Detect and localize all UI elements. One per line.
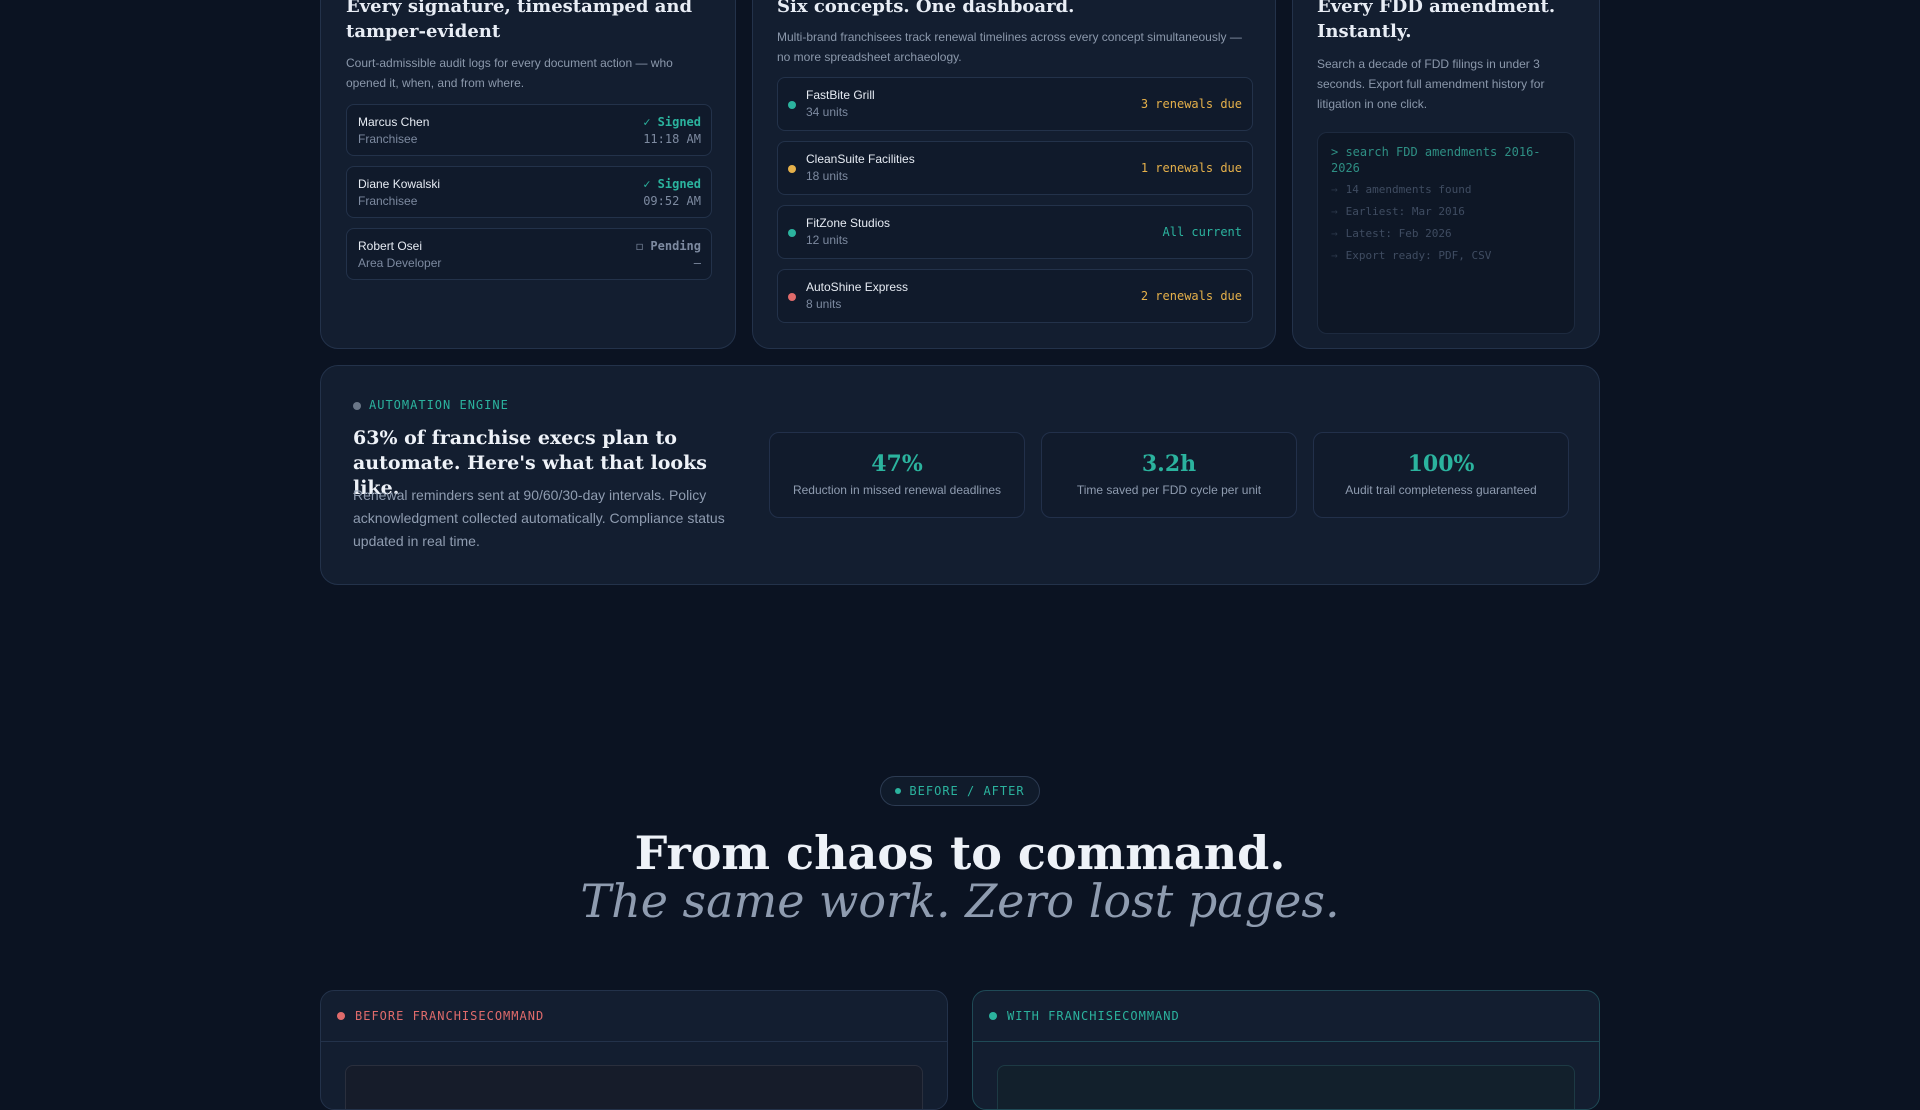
- terminal-output-text: Earliest: Mar 2016: [1345, 205, 1465, 218]
- section-headline: From chaos to command.: [634, 826, 1286, 880]
- stat-label: Time saved per FDD cycle per unit: [1076, 483, 1262, 497]
- concept-name: CleanSuite Facilities: [806, 152, 915, 166]
- signature-status: ◻ Pending: [635, 239, 701, 253]
- status-dot-icon: [788, 165, 796, 173]
- concepts-card: Six concepts. One dashboard. Multi-brand…: [752, 0, 1276, 349]
- renewal-status: 1 renewals due: [1140, 161, 1242, 175]
- signature-status: ✓ Signed: [643, 115, 701, 129]
- pill-dot-icon: [895, 787, 902, 794]
- signature-time: 09:52 AM: [643, 194, 701, 208]
- automation-eyebrow: AUTOMATION ENGINE: [353, 398, 509, 412]
- panel-divider: [321, 1041, 947, 1042]
- signer-name: Robert Osei: [358, 239, 423, 253]
- concept-row[interactable]: FitZone Studios 12 units All current: [777, 205, 1253, 259]
- signature-time: 11:18 AM: [643, 132, 701, 146]
- concept-list: FastBite Grill 34 units 3 renewals due Clea…: [777, 77, 1253, 323]
- concept-name: AutoShine Express: [806, 280, 909, 294]
- renewal-status: 2 renewals due: [1140, 289, 1242, 303]
- terminal-output-line: → 14 amendments found: [1331, 182, 1561, 198]
- automation-card: AUTOMATION ENGINE 63% of franchise execs…: [320, 365, 1600, 585]
- stat-card: 47% Reduction in missed renewal deadline…: [769, 432, 1025, 518]
- with-panel-label: WITH FRANCHISECOMMAND: [1007, 1009, 1180, 1023]
- fdd-card-title: Every FDD amendment. Instantly.: [1317, 0, 1556, 42]
- terminal-command: > search FDD amendments 2016-2026: [1331, 145, 1541, 175]
- concept-units: 34 units: [806, 105, 849, 119]
- concepts-card-title: Six concepts. One dashboard.: [777, 0, 1075, 17]
- signature-row[interactable]: Robert Osei Area Developer ◻ Pending —: [346, 228, 712, 280]
- fdd-card: Every FDD amendment. Instantly. Search a…: [1292, 0, 1600, 349]
- concept-units: 12 units: [806, 233, 849, 247]
- concept-row[interactable]: CleanSuite Facilities 18 units 1 renewals …: [777, 141, 1253, 195]
- fdd-card-description: Search a decade of FDD filings in under …: [1317, 57, 1545, 111]
- before-panel-label: BEFORE FRANCHISECOMMAND: [355, 1009, 545, 1023]
- concept-units: 18 units: [806, 169, 849, 183]
- before-panel: BEFORE FRANCHISECOMMAND: [320, 990, 948, 1110]
- terminal-output-line: → Export ready: PDF, CSV: [1331, 248, 1561, 264]
- before-panel-content: [345, 1065, 923, 1109]
- stat-value: 47%: [871, 451, 923, 477]
- status-dot-icon: [788, 293, 796, 301]
- concept-row[interactable]: FastBite Grill 34 units 3 renewals due: [777, 77, 1253, 131]
- concept-row[interactable]: AutoShine Express 8 units 2 renewals due: [777, 269, 1253, 323]
- eyebrow-dot-icon: [353, 401, 361, 410]
- terminal-output-line: → Latest: Feb 2026: [1331, 226, 1561, 242]
- renewal-status: 3 renewals due: [1140, 97, 1242, 111]
- output-arrow-icon: →: [1331, 249, 1338, 262]
- signature-status: ✓ Signed: [643, 177, 701, 191]
- output-arrow-icon: →: [1331, 183, 1338, 196]
- status-dot-icon: [788, 229, 796, 237]
- pill-label: BEFORE / AFTER: [909, 784, 1025, 798]
- concept-name: FitZone Studios: [806, 216, 891, 230]
- fdd-search-terminal[interactable]: > search FDD amendments 2016-2026 → 14 am…: [1317, 132, 1575, 334]
- signer-role: Area Developer: [358, 256, 442, 270]
- automation-description: Renewal reminders sent at 90/60/30-day i…: [353, 487, 725, 549]
- with-panel: WITH FRANCHISECOMMAND: [972, 990, 1600, 1110]
- signer-role: Franchisee: [358, 194, 418, 208]
- signer-name: Marcus Chen: [358, 115, 430, 129]
- concept-units: 8 units: [806, 297, 842, 311]
- signature-time: —: [693, 256, 701, 270]
- panel-divider: [973, 1041, 1599, 1042]
- signer-role: Franchisee: [358, 132, 418, 146]
- before-dot-icon: [337, 1011, 345, 1020]
- terminal-output-line: → Earliest: Mar 2016: [1331, 204, 1561, 220]
- automation-eyebrow-text: AUTOMATION ENGINE: [369, 398, 509, 412]
- terminal-output-text: 14 amendments found: [1345, 183, 1472, 196]
- status-dot-icon: [788, 101, 796, 109]
- stat-value: 100%: [1407, 451, 1475, 477]
- stat-card: 100% Audit trail completeness guaranteed: [1313, 432, 1569, 518]
- concept-name: FastBite Grill: [806, 88, 875, 102]
- before-panel-header: BEFORE FRANCHISECOMMAND: [337, 1009, 544, 1023]
- output-arrow-icon: →: [1331, 227, 1338, 240]
- stat-label: Audit trail completeness guaranteed: [1345, 483, 1537, 497]
- signatures-card-title: Every signature, timestamped and tamper-…: [346, 0, 693, 42]
- signatures-card: Every signature, timestamped and tamper-…: [320, 0, 736, 349]
- concepts-card-description: Multi-brand franchisees track renewal ti…: [777, 30, 1242, 64]
- signatures-card-description: Court-admissible audit logs for every do…: [346, 56, 673, 90]
- signature-list: Marcus Chen Franchisee ✓ Signed 11:18 AM Dia…: [346, 104, 712, 280]
- terminal-output: → 14 amendments found → Earliest: Mar 2016 →…: [1331, 182, 1561, 264]
- signature-row[interactable]: Marcus Chen Franchisee ✓ Signed 11:18 AM: [346, 104, 712, 156]
- terminal-output-text: Latest: Feb 2026: [1345, 227, 1452, 240]
- section-subheadline: The same work. Zero lost pages.: [580, 874, 1340, 928]
- with-panel-content: [997, 1065, 1575, 1109]
- stat-label: Reduction in missed renewal deadlines: [792, 483, 1002, 497]
- signature-row[interactable]: Diane Kowalski Franchisee ✓ Signed 09:52 AM: [346, 166, 712, 218]
- output-arrow-icon: →: [1331, 205, 1338, 218]
- renewal-status: All current: [1162, 225, 1242, 239]
- terminal-output-text: Export ready: PDF, CSV: [1345, 249, 1492, 262]
- signer-name: Diane Kowalski: [358, 177, 441, 191]
- before-after-pill: BEFORE / AFTER: [880, 776, 1040, 806]
- with-panel-header: WITH FRANCHISECOMMAND: [989, 1009, 1180, 1023]
- stat-value: 3.2h: [1141, 451, 1197, 477]
- stat-card: 3.2h Time saved per FDD cycle per unit: [1041, 432, 1297, 518]
- with-dot-icon: [989, 1011, 997, 1020]
